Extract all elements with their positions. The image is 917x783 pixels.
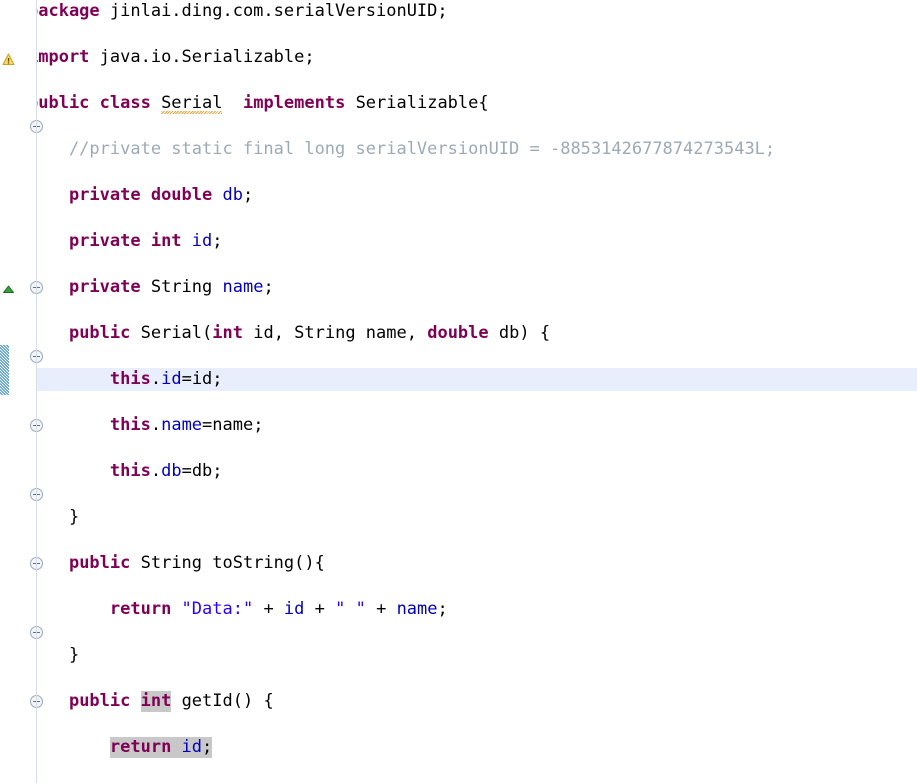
code-token: implements <box>242 93 356 113</box>
code-token: db) { <box>498 323 551 343</box>
code-content[interactable]: package jinlai.ding.com.serialVersionUID… <box>0 0 917 782</box>
selected-token: return <box>109 737 182 758</box>
changed-lines-bar <box>0 345 9 395</box>
code-line[interactable]: public class Serial implements Serializa… <box>0 92 917 115</box>
code-token: this <box>109 369 151 389</box>
code-token: return <box>109 599 182 619</box>
warning-icon[interactable] <box>2 51 15 65</box>
code-token: id <box>283 599 305 619</box>
selected-token: ; <box>202 737 213 758</box>
code-token: this <box>109 415 151 435</box>
code-token: name <box>396 599 438 619</box>
code-token: String <box>150 277 223 297</box>
code-line[interactable]: } <box>0 644 917 667</box>
code-token: id <box>191 231 213 251</box>
code-token: db <box>161 461 182 481</box>
code-line[interactable]: public Serial(int id, String name, doubl… <box>0 322 917 345</box>
code-token: getId() { <box>171 691 274 711</box>
code-token: package <box>28 1 110 21</box>
code-token: Serial <box>161 93 223 113</box>
code-line[interactable]: } <box>0 506 917 529</box>
code-token: " " <box>335 599 366 619</box>
code-token: db <box>222 185 243 205</box>
code-line[interactable]: private int id; <box>0 230 917 253</box>
code-token: int <box>212 323 254 343</box>
code-line[interactable]: //private static final long serialVersio… <box>0 138 917 161</box>
code-token: name <box>222 277 264 297</box>
code-line[interactable]: private String name; <box>0 276 917 299</box>
code-line[interactable]: import java.io.Serializable; <box>0 46 917 69</box>
code-token: =name; <box>202 415 264 435</box>
code-line[interactable]: private double db; <box>0 184 917 207</box>
code-line[interactable]: this.name=name; <box>0 414 917 437</box>
code-token: public <box>68 691 141 711</box>
folding-ruler[interactable] <box>16 0 43 783</box>
code-token: this <box>109 461 151 481</box>
java-source-editor[interactable]: package jinlai.ding.com.serialVersionUID… <box>0 0 917 783</box>
code-token: + <box>304 599 336 619</box>
code-token: "Data:" <box>181 599 254 619</box>
code-line[interactable]: this.db=db; <box>0 460 917 483</box>
code-line[interactable]: this.id=id; <box>0 368 917 391</box>
code-line[interactable]: public String toString(){ <box>0 552 917 575</box>
code-token: double <box>427 323 499 343</box>
code-token: //private static final long serialVersio… <box>28 139 776 159</box>
code-line[interactable]: return id; <box>0 736 917 759</box>
code-token: . <box>150 415 162 435</box>
code-token: import <box>28 47 100 67</box>
code-token: public <box>68 553 141 573</box>
code-token: name <box>161 415 203 435</box>
implements-method-icon[interactable] <box>2 281 15 294</box>
code-token: String toString(){ <box>140 553 325 573</box>
code-token: ; <box>437 599 448 619</box>
code-line[interactable]: public int getId() { <box>0 690 917 713</box>
code-token: =db; <box>181 461 223 481</box>
code-token: private double <box>68 185 223 205</box>
selected-token: int <box>140 691 172 712</box>
code-token: Serial( <box>140 323 213 343</box>
code-line[interactable]: return "Data:" + id + " " + name; <box>0 598 917 621</box>
code-token: public <box>68 323 141 343</box>
code-token: + <box>365 599 397 619</box>
ruler-separator <box>36 0 37 783</box>
code-token: =id; <box>181 369 223 389</box>
code-token: Serializable{ <box>355 93 489 113</box>
annotation-ruler[interactable] <box>0 0 16 783</box>
code-line[interactable]: package jinlai.ding.com.serialVersionUID… <box>0 0 917 23</box>
code-token: id, String name, <box>253 323 428 343</box>
code-token: private int <box>68 231 192 251</box>
code-token: + <box>253 599 284 619</box>
code-token: ; <box>242 185 254 205</box>
code-token: jinlai.ding.com.serialVersionUID; <box>109 1 448 21</box>
code-token: ; <box>212 231 223 251</box>
warning-squiggle: Serial <box>161 92 223 115</box>
code-token: public class <box>28 93 162 113</box>
selected-token: id <box>181 737 203 758</box>
code-token: private <box>68 277 151 297</box>
code-token: id <box>161 369 182 389</box>
code-token: java.io.Serializable; <box>99 47 315 67</box>
code-token: . <box>150 369 162 389</box>
code-token: . <box>150 461 162 481</box>
code-token: ; <box>263 277 274 297</box>
